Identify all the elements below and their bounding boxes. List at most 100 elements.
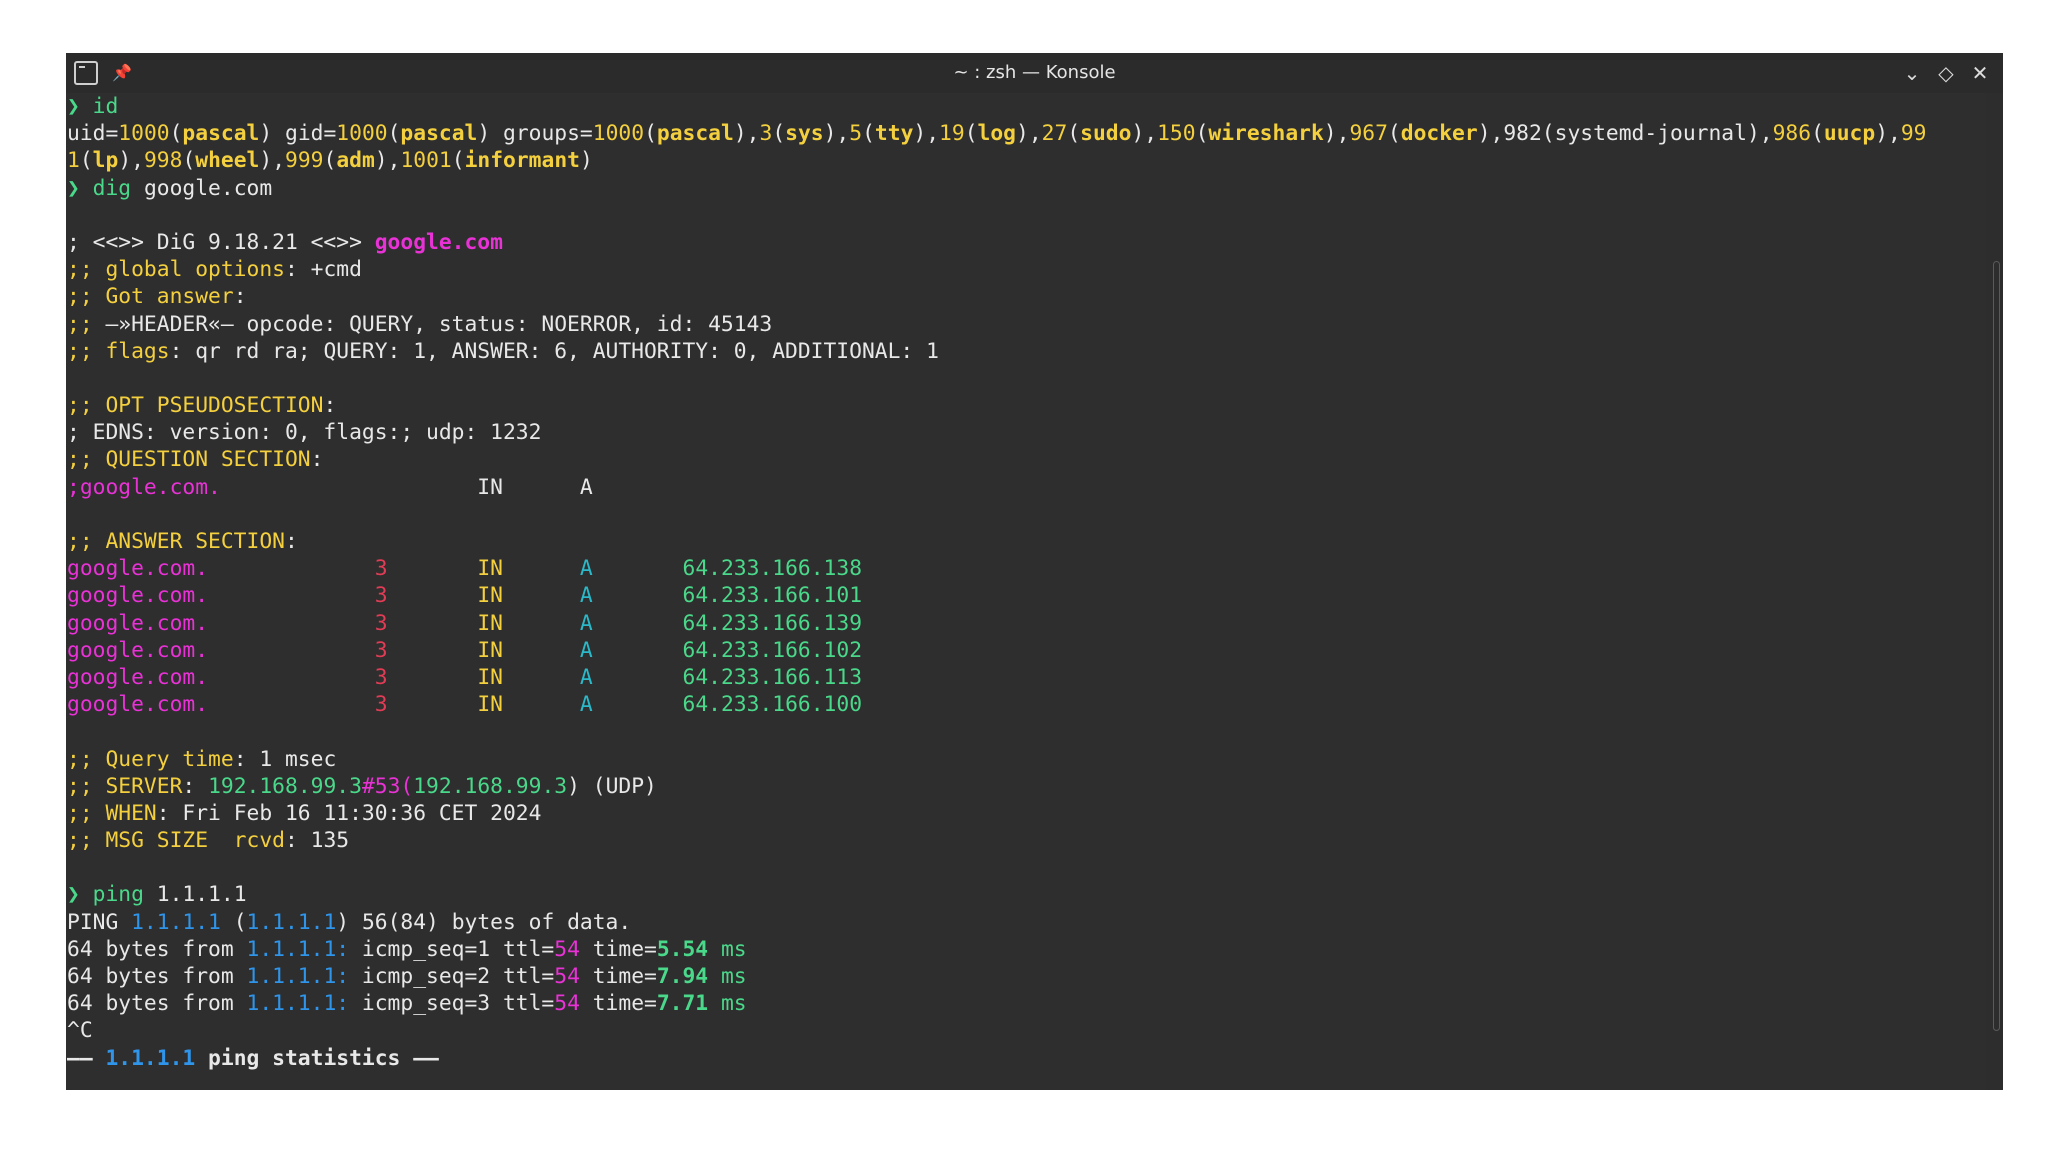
- terminal-text: (: [1811, 121, 1824, 147]
- terminal-line: 64 bytes from 1.1.1.1: icmp_seq=2 ttl=54…: [66, 963, 1986, 990]
- terminal-text: IN: [477, 692, 503, 718]
- terminal-text: 64.233.166.139: [682, 610, 863, 636]
- terminal-text: 7.71: [656, 991, 709, 1017]
- terminal-text: 99: [1900, 121, 1927, 147]
- terminal-text: ^C: [67, 1018, 93, 1044]
- terminal-line: 64 bytes from 1.1.1.1: icmp_seq=3 ttl=54…: [66, 990, 1986, 1017]
- terminal-text: time=: [579, 991, 657, 1017]
- terminal-text: ;; OPT PSEUDOSECTION: [67, 393, 324, 419]
- terminal-text: ❯: [67, 882, 93, 908]
- terminal-text: : Fri Feb 16 11:30:36 CET 2024: [156, 800, 542, 826]
- terminal-line: ; <<>> DiG 9.18.21 <<>> google.com: [66, 229, 1986, 256]
- terminal-text: google.com.: [67, 583, 209, 609]
- terminal-text: ;; QUESTION SECTION: [67, 447, 311, 473]
- terminal-text: tty: [874, 121, 914, 147]
- title-bar[interactable]: 📌 ~ : zsh — Konsole ⌄ ◇ ✕: [66, 53, 2003, 93]
- terminal-line: ❯ ping 1.1.1.1: [66, 881, 1986, 908]
- terminal-text: 3: [374, 556, 388, 582]
- terminal-text: google.com.: [67, 610, 209, 636]
- terminal-text: 3: [374, 692, 388, 718]
- terminal-text: ),: [259, 148, 286, 174]
- diamond-icon: ◇: [1938, 61, 1954, 85]
- terminal-text: #53(: [361, 773, 414, 799]
- terminal-text: :: [182, 773, 209, 799]
- terminal-text: ms: [708, 936, 747, 962]
- terminal-text: (: [1067, 121, 1081, 147]
- close-button[interactable]: ✕: [1966, 59, 1994, 87]
- terminal-line: ;; SERVER: 192.168.99.3#53(192.168.99.3)…: [66, 773, 1986, 800]
- terminal-text: icmp_seq=3 ttl=: [349, 991, 555, 1017]
- terminal-text: ): [579, 148, 593, 174]
- terminal-text: uucp: [1823, 121, 1876, 147]
- terminal-text: ;; Got answer: [67, 284, 234, 310]
- terminal-text: IN: [477, 637, 503, 663]
- maximize-button[interactable]: ◇: [1932, 59, 1960, 87]
- terminal-text: ping: [92, 882, 144, 908]
- scrollbar-handle[interactable]: [1993, 261, 2000, 1031]
- terminal-text: A: [579, 664, 593, 690]
- scrollbar[interactable]: [1990, 93, 2003, 1090]
- terminal-line: PING 1.1.1.1 (1.1.1.1) 56(84) bytes of d…: [66, 909, 1986, 936]
- terminal-text: wireshark: [1208, 121, 1324, 147]
- terminal-text: ),: [118, 148, 144, 174]
- minimize-button[interactable]: ⌄: [1898, 59, 1926, 87]
- terminal-text: 7.94: [656, 964, 709, 989]
- terminal-line: uid=1000(pascal) gid=1000(pascal) groups…: [66, 120, 1986, 147]
- terminal-text: 64.233.166.102: [682, 637, 863, 663]
- terminal-text: ;; flags: [67, 338, 170, 364]
- terminal-text: A: [579, 692, 593, 718]
- terminal-text: ),: [1016, 121, 1042, 147]
- terminal-text: docker: [1400, 121, 1478, 147]
- terminal-text: pascal: [182, 121, 260, 147]
- terminal-text: 64 bytes from: [67, 936, 247, 962]
- terminal-line: ;; Query time: 1 msec: [66, 746, 1986, 773]
- terminal-text: (: [323, 148, 337, 174]
- terminal-line: ;google.com. IN A: [66, 474, 1986, 501]
- terminal-text: pascal: [400, 121, 478, 147]
- terminal-text: 1.1.1.1: [131, 909, 221, 935]
- window-title: ~ : zsh — Konsole: [953, 62, 1116, 83]
- terminal-text: ; <<>> DiG 9.18.21 <<>>: [67, 229, 375, 255]
- terminal-text: ping statistics ——: [195, 1045, 439, 1071]
- terminal-line: ;; WHEN: Fri Feb 16 11:30:36 CET 2024: [66, 800, 1986, 827]
- terminal-text: (: [79, 148, 93, 174]
- terminal-text: ) (UDP): [567, 773, 657, 799]
- terminal-output[interactable]: ❯ id uid=1000(pascal) gid=1000(pascal) gr…: [66, 93, 1986, 1090]
- terminal-text: (: [451, 148, 465, 174]
- terminal-line: google.com. 3 IN A 64.233.166.113: [66, 664, 1986, 691]
- terminal-text: ),982(systemd-journal),: [1477, 121, 1773, 147]
- terminal-text: ;google.com.: [67, 474, 221, 500]
- terminal-text: (: [1387, 121, 1401, 147]
- terminal-text: (: [169, 121, 183, 147]
- terminal-line: google.com. 3 IN A 64.233.166.102: [66, 637, 1986, 664]
- terminal-text: google.com.: [67, 664, 209, 690]
- terminal-text: google.com: [131, 175, 273, 201]
- terminal-text: id: [92, 94, 119, 119]
- terminal-text: 64.233.166.101: [682, 583, 863, 609]
- terminal-text: time=: [579, 936, 657, 962]
- terminal-text: A: [579, 637, 593, 663]
- terminal-text: ) groups=: [477, 121, 593, 147]
- terminal-text: 1.1.1.1: [105, 1045, 196, 1071]
- terminal-text: 1000: [592, 121, 645, 147]
- terminal-text: :: [284, 529, 298, 554]
- terminal-text: 986: [1772, 121, 1812, 147]
- terminal-text: 998: [143, 148, 183, 174]
- terminal-text: informant: [464, 148, 580, 174]
- terminal-line: ;; flags: qr rd ra; QUERY: 1, ANSWER: 6,…: [66, 338, 1986, 365]
